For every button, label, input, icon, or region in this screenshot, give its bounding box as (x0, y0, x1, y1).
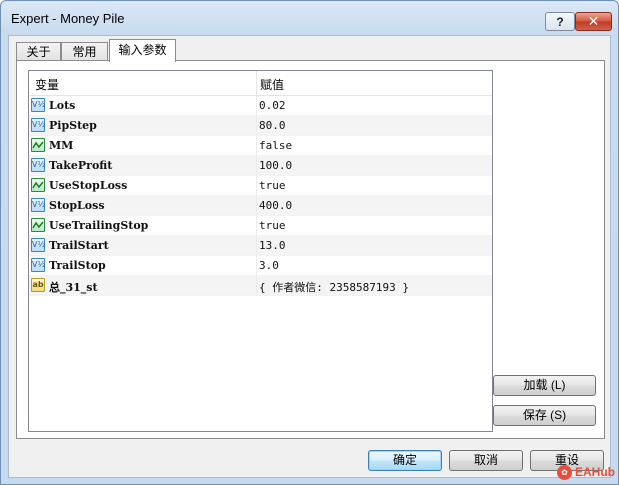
variable-name: Lots (49, 99, 76, 112)
ok-button[interactable]: 确定 (368, 450, 442, 471)
eahub-watermark: ✿ EAHub (557, 462, 615, 482)
cancel-button[interactable]: 取消 (449, 450, 523, 471)
cell-divider (256, 136, 257, 156)
window-title: Expert - Money Pile (11, 11, 125, 26)
column-header-value[interactable]: 赋值 (260, 76, 284, 93)
parameter-row[interactable]: UseStopLoss true (29, 176, 492, 196)
watermark-text: EAHub (575, 465, 615, 479)
parameter-row[interactable]: UseTrailingStop true (29, 216, 492, 236)
variable-value[interactable]: 80.0 (259, 119, 286, 132)
variable-name: TrailStart (49, 239, 109, 252)
numeric-variable-icon: V½ (31, 98, 45, 112)
numeric-variable-icon: V½ (31, 118, 45, 132)
eahub-logo-icon: ✿ (557, 464, 572, 480)
parameter-row[interactable]: ab 总_31_st { 作者微信: 2358587193 } (29, 276, 492, 296)
variable-value[interactable]: 13.0 (259, 239, 286, 252)
variable-name: TakeProfit (49, 159, 113, 172)
cell-divider (256, 156, 257, 176)
load-button[interactable]: 加载 (L) (493, 375, 596, 396)
parameter-row[interactable]: V½ StopLoss 400.0 (29, 196, 492, 216)
boolean-variable-icon (31, 138, 45, 152)
variable-value[interactable]: 3.0 (259, 259, 279, 272)
variable-name: StopLoss (49, 199, 105, 212)
title-bar[interactable]: Expert - Money Pile ? ✕ (1, 1, 618, 35)
variable-value[interactable]: false (259, 139, 292, 152)
cell-divider (256, 256, 257, 276)
variable-value[interactable]: { 作者微信: 2358587193 } (259, 279, 409, 295)
string-variable-icon: ab (31, 278, 45, 292)
numeric-variable-icon: V½ (31, 238, 45, 252)
tab-common[interactable]: 常用 (61, 42, 108, 61)
parameter-row[interactable]: V½ TrailStart 13.0 (29, 236, 492, 256)
save-button[interactable]: 保存 (S) (493, 405, 596, 426)
variable-value[interactable]: 0.02 (259, 99, 286, 112)
variable-value[interactable]: true (259, 179, 286, 192)
cell-divider (256, 116, 257, 136)
grid-header: 变量 赋值 (29, 71, 492, 96)
parameters-grid: 变量 赋值 V½ Lots 0.02 V½ PipStep 80.0 MM false V½ Ta… (28, 70, 493, 432)
column-header-variable[interactable]: 变量 (35, 76, 59, 93)
tab-about[interactable]: 关于 (16, 42, 61, 61)
numeric-variable-icon: V½ (31, 198, 45, 212)
variable-value[interactable]: 100.0 (259, 159, 292, 172)
cell-divider (256, 196, 257, 216)
variable-name: 总_31_st (49, 281, 98, 294)
variable-name: UseStopLoss (49, 179, 128, 192)
variable-name: UseTrailingStop (49, 219, 149, 232)
variable-name: TrailStop (49, 259, 106, 272)
variable-name: PipStep (49, 119, 97, 132)
dialog-client-area: 关于 常用 输入参数 变量 赋值 V½ Lots 0.02 V½ PipStep 80.0… (8, 35, 611, 478)
numeric-variable-icon: V½ (31, 158, 45, 172)
help-button[interactable]: ? (545, 12, 575, 31)
parameter-row[interactable]: V½ TakeProfit 100.0 (29, 156, 492, 176)
numeric-variable-icon: V½ (31, 258, 45, 272)
cell-divider (256, 276, 257, 296)
cell-divider (256, 236, 257, 256)
parameter-row[interactable]: V½ TrailStop 3.0 (29, 256, 492, 276)
parameter-row[interactable]: V½ PipStep 80.0 (29, 116, 492, 136)
tab-inputs[interactable]: 输入参数 (109, 39, 176, 62)
cell-divider (256, 216, 257, 236)
dialog-window: Expert - Money Pile ? ✕ 关于 常用 输入参数 变量 赋值… (0, 0, 619, 485)
inputs-tab-panel: 变量 赋值 V½ Lots 0.02 V½ PipStep 80.0 MM false V½ Ta… (16, 60, 605, 439)
close-button[interactable]: ✕ (575, 12, 612, 31)
cell-divider (256, 176, 257, 196)
variable-value[interactable]: 400.0 (259, 199, 292, 212)
column-divider[interactable] (256, 71, 257, 95)
boolean-variable-icon (31, 218, 45, 232)
boolean-variable-icon (31, 178, 45, 192)
parameter-row[interactable]: V½ Lots 0.02 (29, 96, 492, 116)
parameter-row[interactable]: MM false (29, 136, 492, 156)
variable-name: MM (49, 139, 74, 152)
cell-divider (256, 96, 257, 116)
variable-value[interactable]: true (259, 219, 286, 232)
